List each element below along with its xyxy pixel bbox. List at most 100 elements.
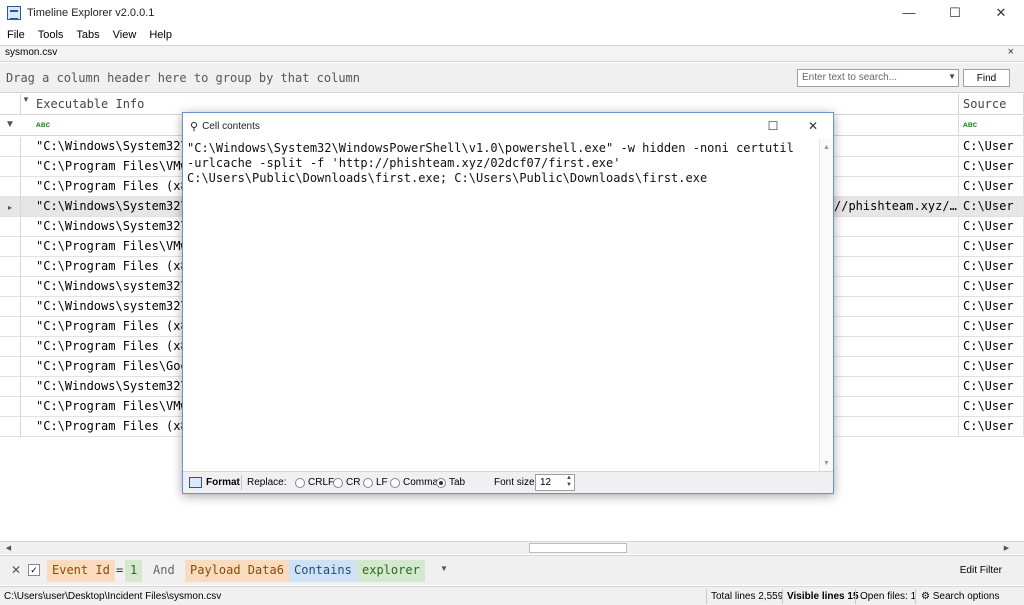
menu-view[interactable]: View	[106, 29, 143, 41]
row-indicator[interactable]	[0, 397, 21, 417]
scroll-right-icon[interactable]: ▶	[1000, 542, 1013, 554]
scroll-thumb[interactable]	[529, 543, 627, 553]
row-indicator[interactable]	[0, 177, 21, 197]
cell-source[interactable]: C:\User	[959, 157, 1024, 177]
row-pointer-icon[interactable]: ▸	[0, 197, 21, 217]
search-input[interactable]: Enter text to search... ▼	[797, 69, 959, 87]
find-button[interactable]: Find	[963, 69, 1010, 87]
status-bar: C:\Users\user\Desktop\Incident Files\sys…	[0, 586, 1024, 605]
radio-comma[interactable]: Comma	[390, 477, 438, 488]
search-options-button[interactable]: ⚙ Search options	[921, 591, 999, 602]
maximize-button[interactable]: ☐	[932, 0, 978, 25]
menu-file[interactable]: File	[0, 29, 31, 41]
funnel-icon[interactable]: ▼	[5, 119, 15, 130]
cell-source[interactable]: C:\User	[959, 357, 1024, 377]
chevron-down-icon[interactable]: ▼	[948, 72, 956, 81]
filter-operator-chip[interactable]: =	[114, 560, 125, 582]
filter-field2-chip[interactable]: Payload Data6	[185, 560, 289, 582]
cell-overflow-text: //phishteam.xyz/…	[834, 199, 957, 213]
group-panel: Drag a column header here to group by th…	[0, 63, 1024, 93]
radio-dot	[333, 477, 343, 488]
filter-cell-source[interactable]: ᴀʙc	[959, 116, 1024, 136]
filter-value-chip[interactable]: 1	[125, 560, 143, 582]
cell-source[interactable]: C:\User	[959, 337, 1024, 357]
cell-contents-dialog: ⚲ Cell contents ☐ ✕ "C:\Windows\System32…	[182, 112, 834, 494]
cell-source[interactable]: C:\User	[959, 217, 1024, 237]
radio-label: Comma	[403, 477, 439, 488]
grid-corner	[0, 94, 21, 115]
file-tab[interactable]: sysmon.csv	[5, 47, 57, 58]
telescope-icon: ⚲	[190, 120, 199, 133]
row-indicator[interactable]	[0, 277, 21, 297]
cell-source[interactable]: C:\User	[959, 377, 1024, 397]
radio-label: CRLF	[308, 477, 335, 488]
row-indicator[interactable]	[0, 377, 21, 397]
menu-tabs[interactable]: Tabs	[69, 29, 105, 41]
row-indicator[interactable]	[0, 157, 21, 177]
row-indicator[interactable]	[0, 257, 21, 277]
edit-filter-button[interactable]: Edit Filter	[960, 565, 1002, 576]
row-indicator[interactable]	[0, 237, 21, 257]
cell-source[interactable]: C:\User	[959, 417, 1024, 437]
close-button[interactable]: ✕	[978, 0, 1024, 25]
filter-operator2-chip[interactable]: Contains	[289, 560, 357, 582]
group-hint: Drag a column header here to group by th…	[6, 71, 361, 85]
clear-filter-icon[interactable]: ✕	[11, 563, 21, 577]
row-indicator[interactable]	[0, 297, 21, 317]
cell-source[interactable]: C:\User	[959, 317, 1024, 337]
row-indicator[interactable]	[0, 417, 21, 437]
filter-field-chip[interactable]: Event Id	[47, 560, 115, 582]
horizontal-scrollbar[interactable]: ◀ ▶	[0, 541, 1024, 554]
cell-source[interactable]: C:\User	[959, 137, 1024, 157]
cell-content-text[interactable]: "C:\Windows\System32\WindowsPowerShell\v…	[187, 141, 817, 469]
radio-tab[interactable]: Tab	[436, 477, 465, 488]
format-icon	[189, 477, 202, 488]
spin-icon[interactable]: ▲ ▼	[566, 475, 572, 489]
filter-value2-chip[interactable]: explorer	[357, 560, 425, 582]
cell-source[interactable]: C:\User	[959, 397, 1024, 417]
format-label: Format	[206, 477, 240, 488]
dialog-maximize-button[interactable]: ☐	[753, 113, 793, 139]
filter-conjunction-chip[interactable]: And	[148, 560, 180, 582]
scroll-up-icon[interactable]: ▲	[820, 141, 833, 153]
row-indicator[interactable]	[0, 137, 21, 157]
tab-close-icon[interactable]: ×	[1008, 46, 1014, 58]
cell-source[interactable]: C:\User	[959, 197, 1024, 217]
cell-source[interactable]: C:\User	[959, 277, 1024, 297]
menu-help[interactable]: Help	[142, 29, 178, 41]
radio-dot	[363, 477, 373, 488]
cell-source[interactable]: C:\User	[959, 257, 1024, 277]
dialog-vertical-scrollbar[interactable]: ▲ ▼	[819, 139, 833, 471]
open-files: Open files: 1	[860, 591, 917, 602]
cell-source[interactable]: C:\User	[959, 237, 1024, 257]
row-indicator[interactable]	[0, 217, 21, 237]
dialog-title-bar: ⚲ Cell contents ☐ ✕	[183, 113, 833, 139]
row-indicator[interactable]	[0, 357, 21, 377]
file-path: C:\Users\user\Desktop\Incident Files\sys…	[4, 591, 222, 602]
menu-tools[interactable]: Tools	[31, 29, 70, 41]
enable-filter-checkbox[interactable]: ✓	[28, 564, 40, 576]
radio-label: LF	[376, 477, 388, 488]
row-indicator[interactable]	[0, 337, 21, 357]
cell-source[interactable]: C:\User	[959, 297, 1024, 317]
menu-bar: File Tools Tabs View Help	[0, 25, 1024, 45]
window-title: Timeline Explorer v2.0.0.1	[27, 6, 155, 19]
pin-icon[interactable]: ▼	[22, 95, 30, 104]
radio-label: Tab	[449, 477, 466, 488]
search-options-label: Search options	[932, 591, 1000, 602]
row-indicator[interactable]	[0, 317, 21, 337]
dialog-close-button[interactable]: ✕	[793, 113, 833, 139]
font-size-stepper[interactable]: 12 ▲ ▼	[535, 474, 575, 491]
minimize-button[interactable]: —	[886, 0, 932, 25]
column-header-source[interactable]: Source	[959, 94, 1024, 115]
radio-cr[interactable]: CR	[333, 477, 360, 488]
format-button[interactable]: Format	[186, 474, 243, 491]
chevron-down-icon[interactable]: ▼	[440, 564, 448, 573]
cell-source[interactable]: C:\User	[959, 177, 1024, 197]
radio-lf[interactable]: LF	[363, 477, 388, 488]
scroll-left-icon[interactable]: ◀	[2, 542, 15, 554]
scroll-down-icon[interactable]: ▼	[820, 457, 833, 469]
radio-label: CR	[346, 477, 361, 488]
radio-crlf[interactable]: CRLF	[295, 477, 334, 488]
radio-dot	[390, 477, 400, 488]
